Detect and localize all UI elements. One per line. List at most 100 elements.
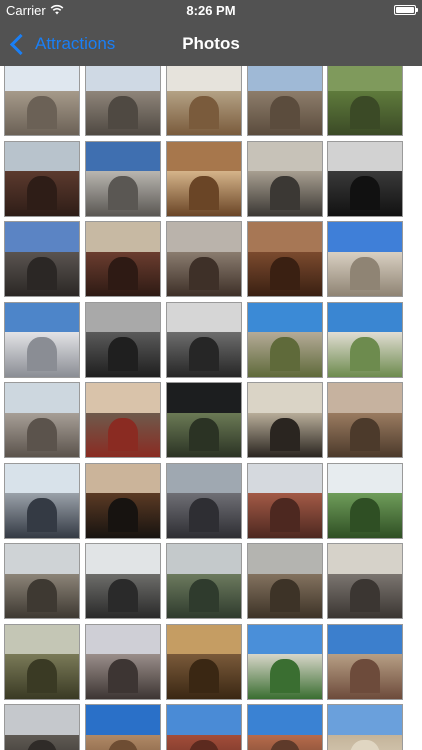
photo-thumbnail[interactable] [247, 704, 323, 750]
photo-thumbnail[interactable] [327, 140, 403, 217]
photo-sky [167, 544, 241, 574]
photo-thumbnail[interactable] [327, 704, 403, 750]
photo-thumbnail[interactable] [85, 623, 161, 700]
photo-thumbnail[interactable] [247, 66, 323, 136]
photo-sky [167, 463, 241, 494]
photo-arch [189, 337, 219, 371]
photo-thumbnail[interactable] [4, 623, 80, 700]
photo-thumbnail[interactable] [4, 66, 80, 136]
photo-thumbnail[interactable] [4, 462, 80, 539]
photo-thumbnail[interactable] [4, 543, 80, 619]
photo-thumbnail[interactable] [247, 543, 323, 619]
photo-thumbnail[interactable] [247, 140, 323, 217]
photo-thumbnail[interactable] [4, 140, 80, 217]
page-title: Photos [182, 34, 240, 53]
photo-thumbnail[interactable] [327, 543, 403, 619]
photo-arch [27, 176, 57, 210]
photo-sky [167, 705, 241, 735]
photo-sky [328, 141, 402, 172]
photo-thumbnail[interactable] [85, 704, 161, 750]
photo-thumbnail[interactable] [85, 221, 161, 297]
photo-thumbnail[interactable] [4, 221, 80, 297]
photo-thumbnail[interactable] [85, 462, 161, 539]
photo-arch [108, 95, 138, 130]
photo-arch [27, 417, 57, 452]
photo-sky [328, 544, 402, 574]
photo-sky [5, 544, 79, 574]
photo-sky [328, 66, 402, 91]
photo-thumbnail[interactable] [166, 66, 242, 136]
photo-arch [270, 659, 300, 693]
status-time: 8:26 PM [186, 3, 236, 18]
photo-thumbnail[interactable] [85, 66, 161, 136]
photo-thumbnail[interactable] [166, 623, 242, 700]
photo-sky [86, 302, 160, 333]
photo-thumbnail[interactable] [4, 301, 80, 378]
status-bar: Carrier 8:26 PM [0, 0, 422, 22]
photo-thumbnail[interactable] [327, 623, 403, 700]
photo-arch [27, 498, 57, 532]
photo-arch [108, 337, 138, 371]
photo-thumbnail[interactable] [166, 543, 242, 619]
photo-thumbnail[interactable] [166, 221, 242, 297]
photo-thumbnail[interactable] [166, 704, 242, 750]
photo-thumbnail[interactable] [247, 301, 323, 378]
photo-sky [248, 463, 322, 494]
photo-thumbnail[interactable] [85, 140, 161, 217]
photo-arch [108, 498, 138, 532]
photo-arch [350, 498, 380, 532]
photo-thumbnail[interactable] [327, 66, 403, 136]
photo-arch [270, 417, 300, 452]
photo-arch [27, 95, 57, 130]
photo-thumbnail[interactable] [247, 462, 323, 539]
photo-arch [270, 337, 300, 371]
photo-sky [86, 141, 160, 172]
photo-sky [86, 222, 160, 252]
photo-sky [167, 66, 241, 91]
photo-thumbnail[interactable] [85, 543, 161, 619]
photo-arch [108, 256, 138, 291]
photo-thumbnail[interactable] [166, 462, 242, 539]
photo-thumbnail[interactable] [85, 382, 161, 458]
photo-sky [5, 222, 79, 252]
photo-sky [328, 222, 402, 252]
photo-arch [270, 498, 300, 532]
photo-thumbnail[interactable] [247, 382, 323, 458]
photo-arch [270, 578, 300, 613]
photo-sky [86, 705, 160, 735]
photo-sky [5, 383, 79, 413]
photo-arch [27, 659, 57, 693]
photo-thumbnail[interactable] [4, 704, 80, 750]
photo-thumbnail[interactable] [166, 140, 242, 217]
photo-thumbnail[interactable] [327, 382, 403, 458]
photo-sky [328, 463, 402, 494]
photo-thumbnail[interactable] [327, 301, 403, 378]
photo-arch [27, 256, 57, 291]
photo-arch [27, 337, 57, 371]
photo-thumbnail[interactable] [327, 462, 403, 539]
photo-sky [86, 66, 160, 91]
photo-arch [27, 578, 57, 613]
photo-thumbnail[interactable] [4, 382, 80, 458]
photo-arch [270, 95, 300, 130]
photo-sky [328, 705, 402, 735]
photo-thumbnail[interactable] [166, 382, 242, 458]
photo-thumbnail[interactable] [247, 221, 323, 297]
photo-sky [86, 624, 160, 655]
photo-grid[interactable] [0, 66, 422, 750]
photo-arch [189, 95, 219, 130]
photo-sky [86, 383, 160, 413]
battery-fill [396, 7, 414, 13]
photo-sky [86, 463, 160, 494]
photo-sky [248, 544, 322, 574]
photo-sky [328, 624, 402, 655]
photo-sky [167, 141, 241, 172]
photo-arch [270, 176, 300, 210]
photo-sky [167, 383, 241, 413]
photo-thumbnail[interactable] [85, 301, 161, 378]
photo-sky [5, 66, 79, 91]
photo-thumbnail[interactable] [247, 623, 323, 700]
photo-thumbnail[interactable] [327, 221, 403, 297]
photo-arch [350, 417, 380, 452]
photo-thumbnail[interactable] [166, 301, 242, 378]
